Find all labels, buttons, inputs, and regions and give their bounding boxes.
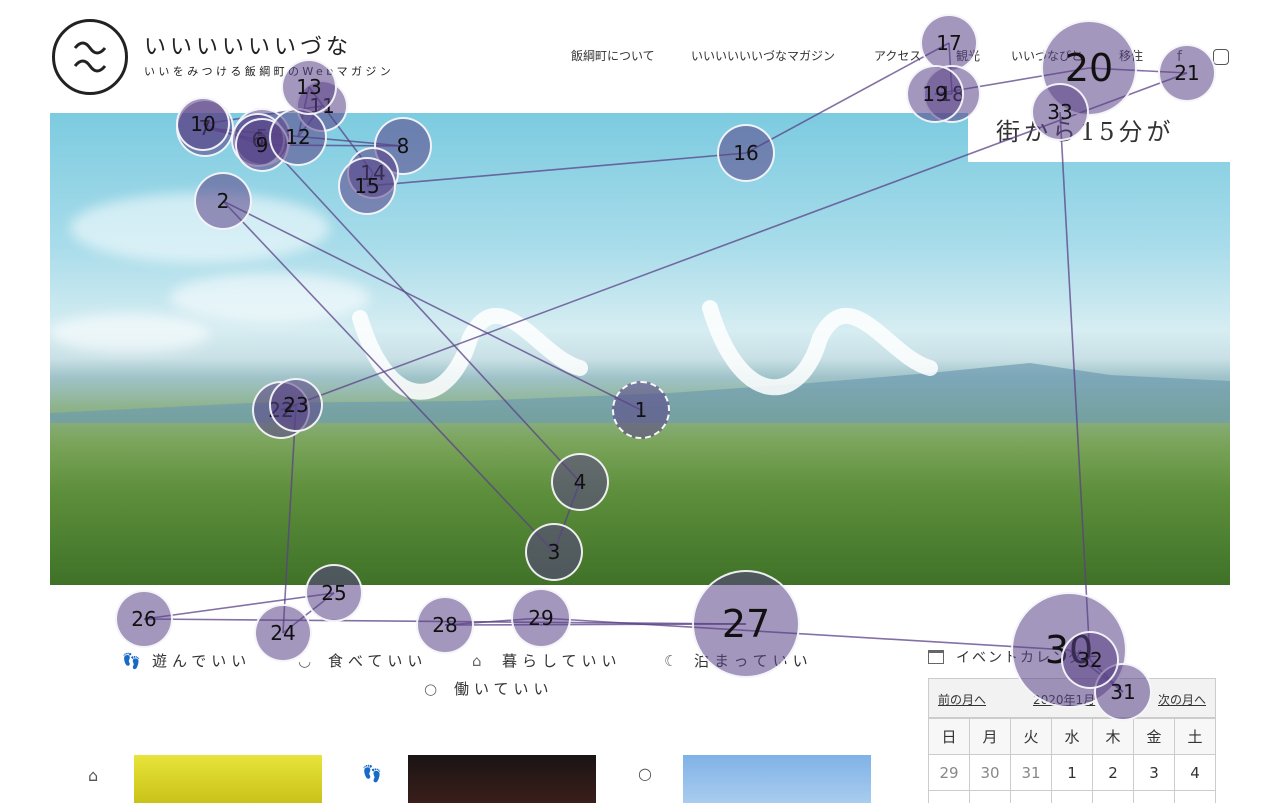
calendar-day[interactable]: 4 bbox=[1174, 754, 1216, 791]
article-card-image[interactable] bbox=[683, 755, 871, 803]
article-card-image[interactable] bbox=[134, 755, 322, 803]
nav-item-access[interactable]: アクセス bbox=[874, 47, 921, 64]
fixation-marker: 29 bbox=[511, 588, 571, 648]
calendar-day[interactable]: 10 bbox=[1133, 790, 1175, 803]
nav-item-magazine[interactable]: いいいいいいづなマガジン bbox=[691, 47, 835, 64]
prev-month-link[interactable]: 前の月へ bbox=[938, 691, 986, 708]
article-card-image[interactable] bbox=[408, 755, 596, 803]
calendar-day[interactable]: 7 bbox=[1010, 790, 1052, 803]
fixation-marker: 26 bbox=[115, 590, 173, 648]
calendar-nav: 前の月へ 2020年1月 次の月へ bbox=[928, 678, 1216, 718]
calendar-day[interactable]: 3 bbox=[1133, 754, 1175, 791]
bowl-icon: ◡ bbox=[298, 652, 312, 670]
calendar-day[interactable]: 9 bbox=[1092, 790, 1134, 803]
weekday-tue: 火 bbox=[1010, 718, 1052, 755]
calendar-day[interactable]: 31 bbox=[1010, 754, 1052, 791]
nav-item-about[interactable]: 飯綱町について bbox=[571, 47, 655, 64]
hero-image bbox=[50, 113, 1230, 585]
calendar-day[interactable]: 1 bbox=[1051, 754, 1093, 791]
logo-title: いいいいいいづな bbox=[144, 35, 353, 60]
fixation-marker: 28 bbox=[416, 596, 474, 654]
category-stay[interactable]: ☾ 泊まっていい bbox=[664, 650, 813, 671]
calendar-day[interactable]: 5 bbox=[928, 790, 970, 803]
saccade-line bbox=[1088, 67, 1188, 74]
saccade-line bbox=[282, 592, 335, 634]
saccade-line bbox=[934, 67, 1090, 95]
calendar-icon bbox=[928, 650, 944, 664]
calendar-grid: 日 月 火 水 木 金 土 29 30 31 1 2 3 4 5 6 7 8 9… bbox=[928, 718, 1216, 803]
weekday-mon: 月 bbox=[969, 718, 1011, 755]
footprints-icon: 👣 bbox=[122, 652, 141, 670]
weekday-wed: 水 bbox=[1051, 718, 1093, 755]
saccade-line bbox=[143, 618, 747, 625]
weekday-fri: 金 bbox=[1133, 718, 1175, 755]
saccade-line bbox=[143, 592, 335, 620]
saccade-line bbox=[540, 617, 1070, 651]
logo-wave-icon bbox=[73, 41, 107, 73]
nav-item-migration[interactable]: 移住 bbox=[1119, 47, 1143, 64]
footprints-icon: 👣 bbox=[362, 764, 382, 783]
current-month-link[interactable]: 2020年1月 bbox=[1033, 691, 1095, 708]
weekday-thu: 木 bbox=[1092, 718, 1134, 755]
saccade-line bbox=[444, 617, 542, 626]
nav-item-people[interactable]: いいづなびと bbox=[1011, 47, 1083, 64]
next-month-link[interactable]: 次の月へ bbox=[1158, 691, 1206, 708]
logo-subtitle: いいをみつける飯綱町のWebマガジン bbox=[144, 65, 395, 78]
site-logo[interactable]: いいいいいいづな いいをみつける飯綱町のWebマガジン bbox=[50, 17, 440, 97]
weekday-sat: 土 bbox=[1174, 718, 1216, 755]
house-icon: ⌂ bbox=[472, 652, 482, 670]
house-icon: ⌂ bbox=[88, 766, 99, 785]
instagram-icon[interactable] bbox=[1213, 49, 1229, 65]
facebook-icon[interactable]: f bbox=[1177, 49, 1182, 65]
category-play[interactable]: 👣 遊んでいい bbox=[122, 650, 251, 671]
calendar-day[interactable]: 6 bbox=[969, 790, 1011, 803]
calendar-day[interactable]: 11 bbox=[1174, 790, 1216, 803]
calendar-day[interactable]: 30 bbox=[969, 754, 1011, 791]
apple-icon: ○ bbox=[638, 764, 652, 783]
calendar-day[interactable]: 8 bbox=[1051, 790, 1093, 803]
moon-icon: ☾ bbox=[664, 652, 678, 670]
saccade-line bbox=[948, 42, 953, 95]
nav-item-sightseeing[interactable]: 観光 bbox=[956, 47, 980, 64]
weekday-sun: 日 bbox=[928, 718, 970, 755]
calendar-day[interactable]: 2 bbox=[1092, 754, 1134, 791]
saccade-line bbox=[444, 623, 747, 626]
logo-mark-icon bbox=[52, 19, 128, 95]
category-eat[interactable]: ◡ 食べていい bbox=[298, 650, 427, 671]
hero-tagline: 街から15分が bbox=[968, 96, 1230, 162]
fixation-marker: 21 bbox=[1158, 44, 1216, 102]
category-work[interactable]: ○ 働いていい bbox=[424, 678, 554, 699]
category-live[interactable]: ⌂ 暮らしていい bbox=[472, 650, 622, 671]
event-calendar-title: イベントカレンダー bbox=[928, 647, 1100, 667]
calendar-day[interactable]: 29 bbox=[928, 754, 970, 791]
hero-wave-mark bbox=[352, 300, 938, 400]
apple-icon: ○ bbox=[424, 680, 438, 698]
